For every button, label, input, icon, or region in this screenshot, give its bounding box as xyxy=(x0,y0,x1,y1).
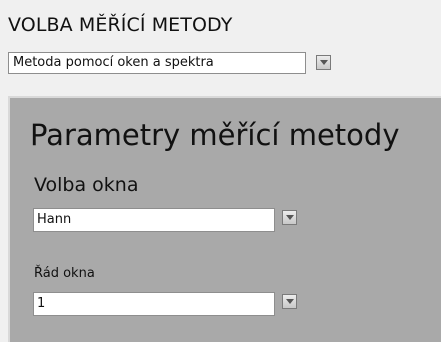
window-order-select[interactable]: 1 xyxy=(33,292,275,316)
chevron-down-icon xyxy=(285,215,294,220)
chevron-down-icon xyxy=(285,299,294,304)
method-select[interactable]: Metoda pomocí oken a spektra xyxy=(8,52,306,74)
window-order-dropdown-button[interactable] xyxy=(282,294,297,309)
method-section-title: VOLBA MĚŘÍCÍ METODY xyxy=(8,14,233,36)
chevron-down-icon xyxy=(319,60,328,65)
method-dropdown-button[interactable] xyxy=(316,55,331,70)
parameters-title: Parametry měřící metody xyxy=(30,118,400,152)
window-order-label: Řád okna xyxy=(34,266,95,281)
window-label: Volba okna xyxy=(34,174,139,196)
window-select[interactable]: Hann xyxy=(33,208,275,232)
window-dropdown-button[interactable] xyxy=(282,210,297,225)
parameters-panel: Parametry měřící metody Volba okna Hann … xyxy=(8,96,441,342)
